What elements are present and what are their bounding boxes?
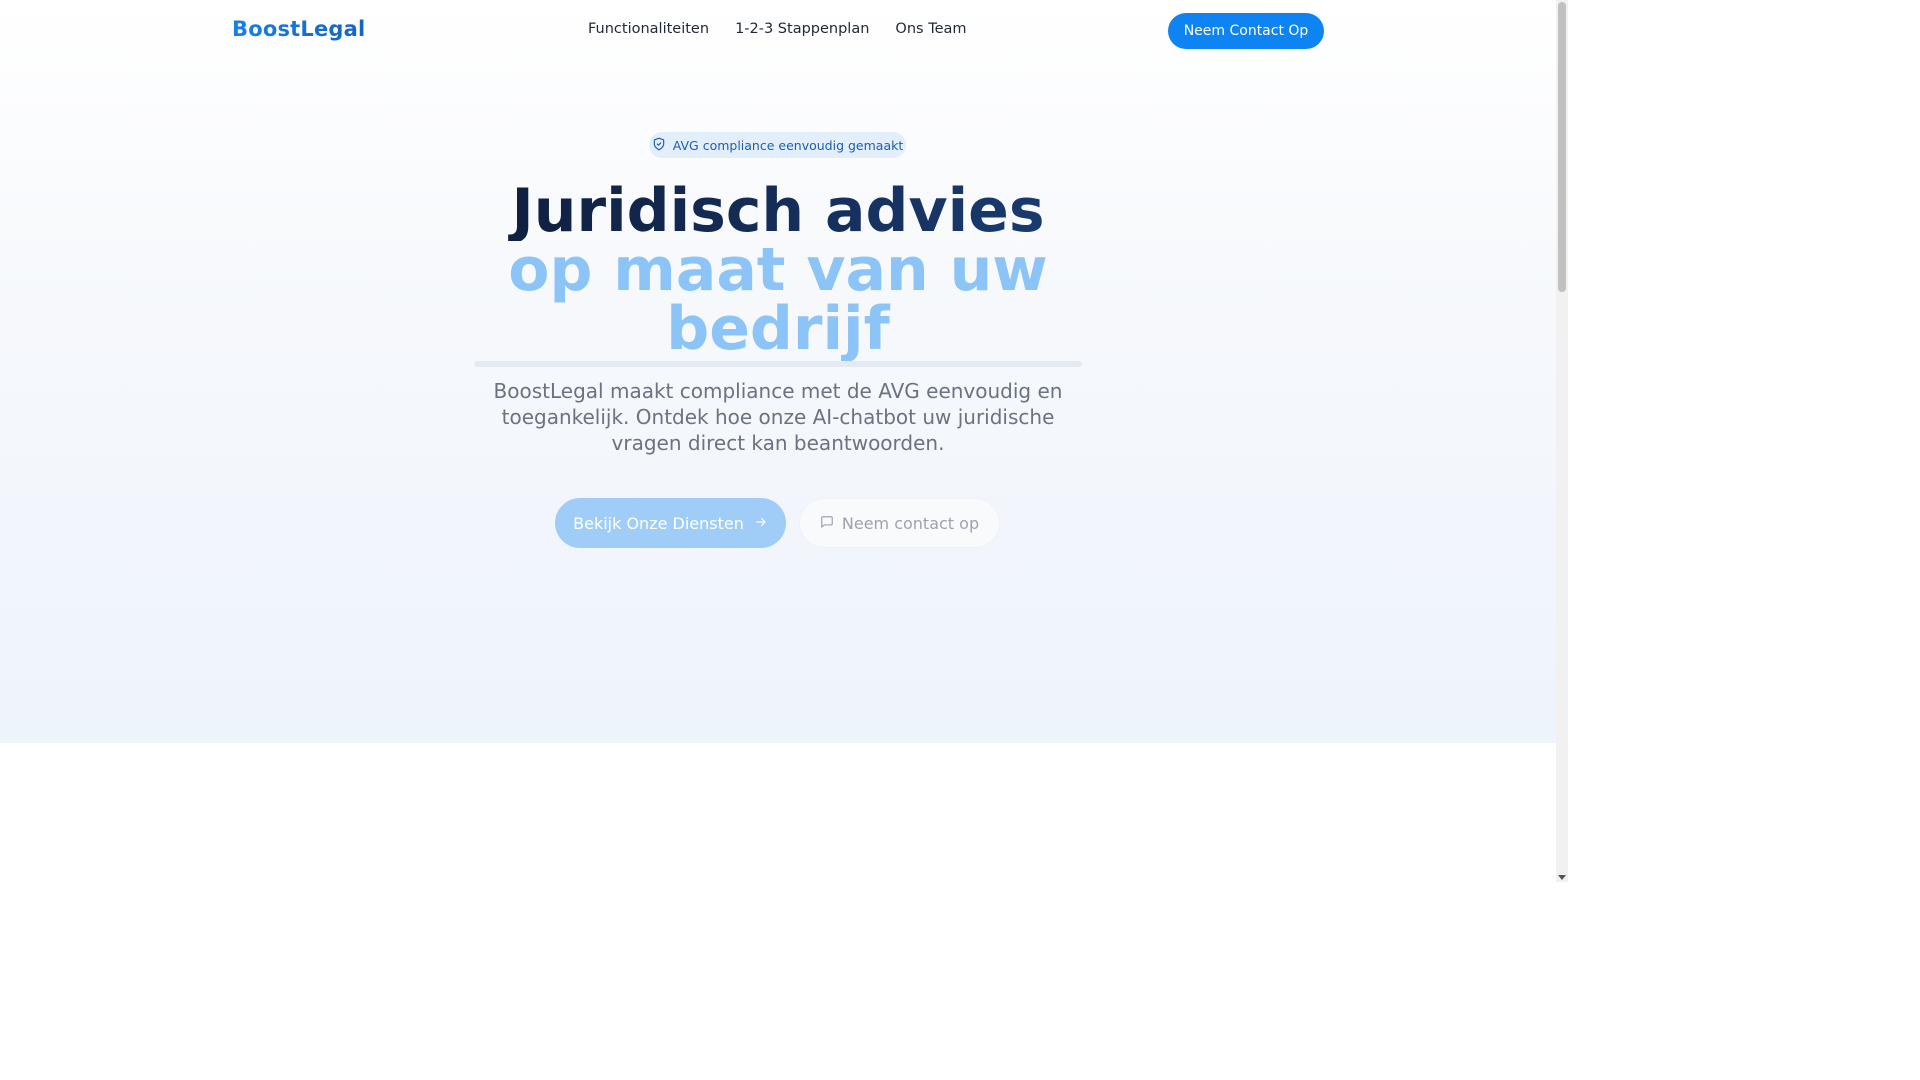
nav-link-ons-team[interactable]: Ons Team: [895, 21, 966, 37]
page: BoostLegal Functionaliteiten 1-2-3 Stapp…: [0, 0, 1556, 882]
contact-us-button[interactable]: Neem contact op: [799, 498, 1000, 548]
headline-line-2: op maat van uw bedrijf: [508, 235, 1048, 364]
scroll-down-arrow-icon[interactable]: [1558, 875, 1566, 880]
compliance-badge: AVG compliance eenvoudig gemaakt: [649, 132, 906, 158]
view-services-button[interactable]: Bekijk Onze Diensten: [555, 498, 786, 548]
badge-text: AVG compliance eenvoudig gemaakt: [672, 137, 904, 153]
contact-us-label: Neem contact op: [841, 513, 980, 533]
vertical-scrollbar[interactable]: [1556, 0, 1568, 882]
headline-line-1: Juridisch advies: [474, 181, 1082, 241]
nav-links: Functionaliteiten 1-2-3 Stappenplan Ons …: [588, 21, 967, 37]
scrollbar-thumb[interactable]: [1558, 2, 1566, 292]
contact-button[interactable]: Neem Contact Op: [1168, 13, 1324, 49]
view-services-label: Bekijk Onze Diensten: [573, 513, 744, 533]
logo[interactable]: BoostLegal: [232, 17, 365, 41]
arrow-right-icon: [754, 514, 768, 533]
top-nav: BoostLegal Functionaliteiten 1-2-3 Stapp…: [0, 0, 1556, 62]
shield-check-icon: [652, 136, 666, 155]
headline-underline: [474, 361, 1082, 367]
hero-subtitle: BoostLegal maakt compliance met de AVG e…: [493, 379, 1063, 455]
nav-link-functionaliteiten[interactable]: Functionaliteiten: [588, 21, 709, 37]
nav-link-stappenplan[interactable]: 1-2-3 Stappenplan: [735, 21, 869, 37]
lower-section: [0, 743, 1556, 882]
chat-bubble-icon: [820, 514, 834, 533]
hero-headline: Juridisch advies op maat van uw bedrijf: [474, 181, 1082, 364]
hero-section: [0, 0, 1556, 743]
